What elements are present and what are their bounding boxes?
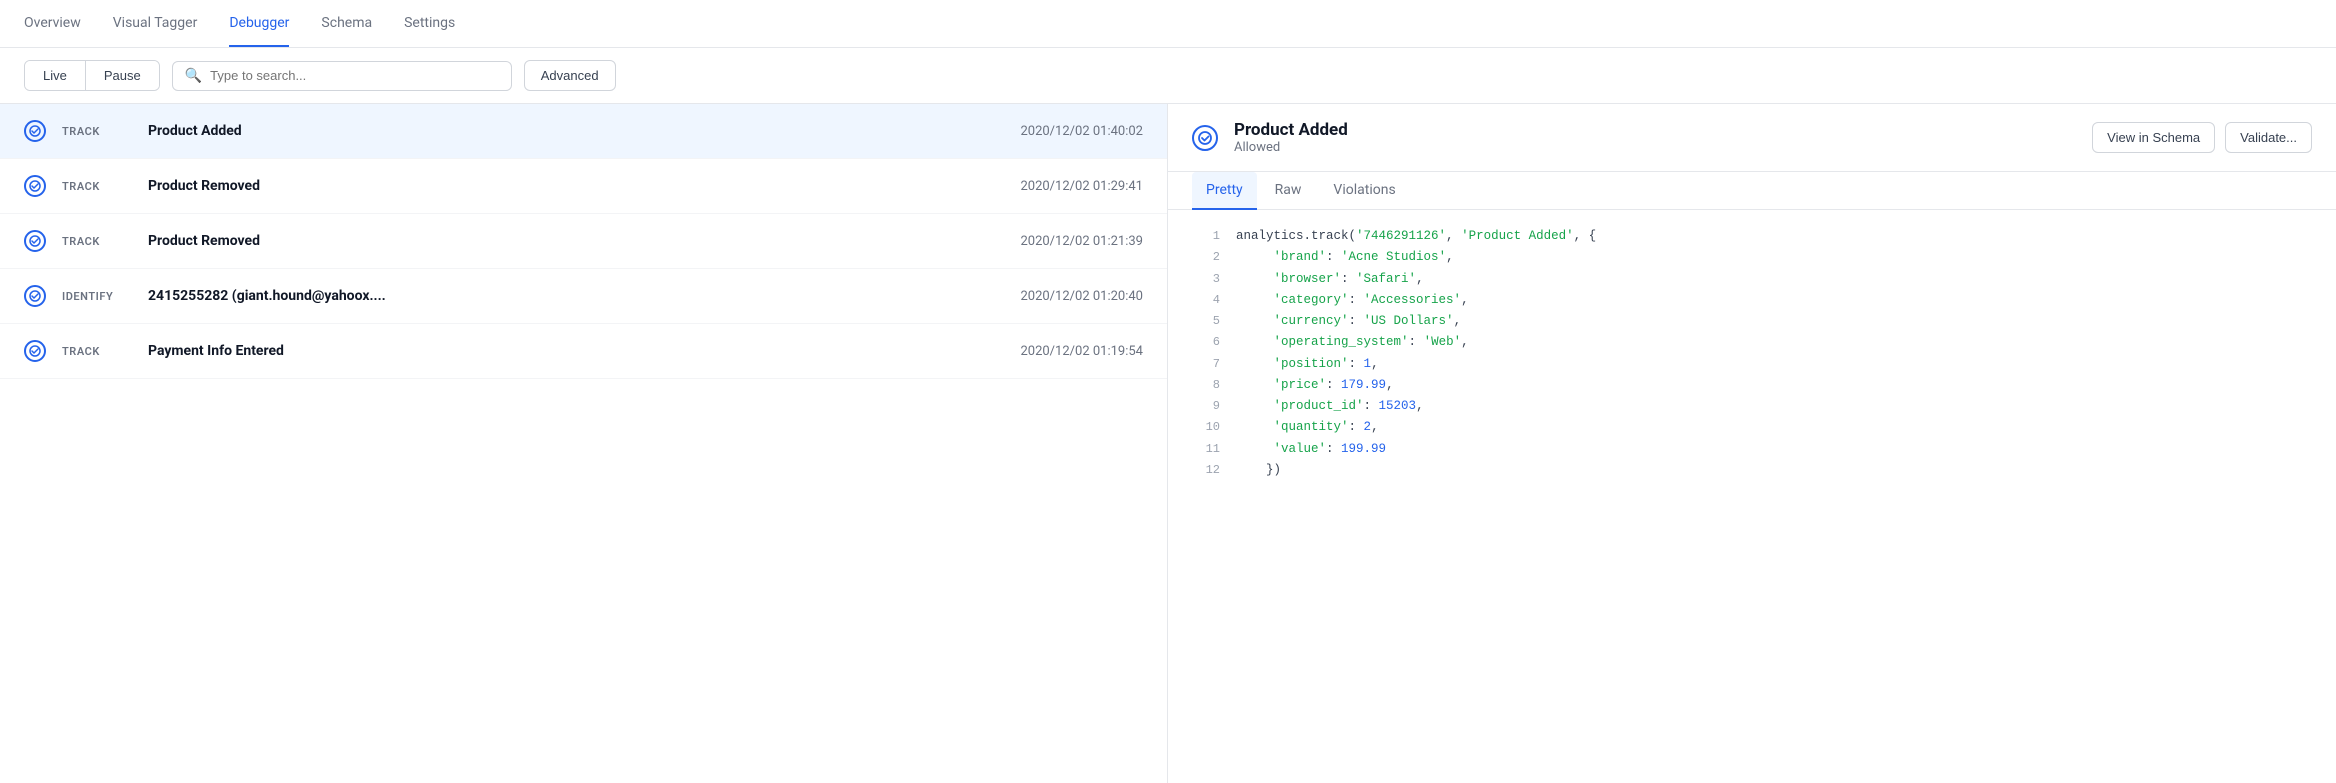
- tab-violations[interactable]: Violations: [1319, 172, 1409, 210]
- detail-header-check-icon: [1192, 125, 1218, 151]
- search-input[interactable]: [210, 68, 499, 83]
- event-type-4: TRACK: [62, 345, 132, 358]
- detail-tabs: Pretty Raw Violations: [1168, 172, 2336, 210]
- event-name-4: Payment Info Entered: [148, 343, 1004, 359]
- code-panel: 1 analytics.track('7446291126', 'Product…: [1168, 210, 2336, 783]
- event-time-3: 2020/12/02 01:20:40: [1020, 289, 1143, 304]
- code-line-9: 9 'product_id': 15203,: [1168, 396, 2336, 417]
- code-line-5: 5 'currency': 'US Dollars',: [1168, 311, 2336, 332]
- code-line-11: 11 'value': 199.99: [1168, 439, 2336, 460]
- detail-header: Product Added Allowed View in Schema Val…: [1168, 104, 2336, 172]
- pause-button[interactable]: Pause: [86, 61, 159, 90]
- validate-button[interactable]: Validate...: [2225, 122, 2312, 153]
- detail-subtitle: Allowed: [1234, 140, 2076, 155]
- nav-item-settings[interactable]: Settings: [404, 1, 455, 47]
- nav-item-debugger[interactable]: Debugger: [229, 1, 289, 47]
- nav-item-overview[interactable]: Overview: [24, 1, 81, 47]
- tab-pretty[interactable]: Pretty: [1192, 172, 1257, 210]
- top-nav: Overview Visual Tagger Debugger Schema S…: [0, 0, 2336, 48]
- toolbar: Live Pause 🔍 Advanced: [0, 48, 2336, 104]
- advanced-button[interactable]: Advanced: [524, 60, 616, 91]
- code-line-12: 12 }): [1168, 460, 2336, 481]
- event-name-3: 2415255282 (giant.hound@yahoox....: [148, 288, 1004, 304]
- check-icon-3: [24, 285, 46, 307]
- nav-item-schema[interactable]: Schema: [321, 1, 372, 47]
- check-icon-2: [24, 230, 46, 252]
- detail-actions: View in Schema Validate...: [2092, 122, 2312, 153]
- code-line-2: 2 'brand': 'Acne Studios',: [1168, 247, 2336, 268]
- event-row[interactable]: IDENTIFY 2415255282 (giant.hound@yahoox.…: [0, 269, 1167, 324]
- code-line-10: 10 'quantity': 2,: [1168, 417, 2336, 438]
- event-row[interactable]: TRACK Product Removed 2020/12/02 01:29:4…: [0, 159, 1167, 214]
- event-name-0: Product Added: [148, 123, 1004, 139]
- event-row[interactable]: TRACK Product Added 2020/12/02 01:40:02: [0, 104, 1167, 159]
- live-pause-group: Live Pause: [24, 60, 160, 91]
- event-row[interactable]: TRACK Product Removed 2020/12/02 01:21:3…: [0, 214, 1167, 269]
- code-line-3: 3 'browser': 'Safari',: [1168, 269, 2336, 290]
- detail-title-group: Product Added Allowed: [1234, 120, 2076, 155]
- live-button[interactable]: Live: [25, 61, 86, 90]
- code-line-1: 1 analytics.track('7446291126', 'Product…: [1168, 226, 2336, 247]
- search-box: 🔍: [172, 61, 512, 91]
- event-type-0: TRACK: [62, 125, 132, 138]
- check-icon-4: [24, 340, 46, 362]
- code-line-4: 4 'category': 'Accessories',: [1168, 290, 2336, 311]
- code-line-6: 6 'operating_system': 'Web',: [1168, 332, 2336, 353]
- main-layout: TRACK Product Added 2020/12/02 01:40:02 …: [0, 104, 2336, 783]
- detail-panel: Product Added Allowed View in Schema Val…: [1168, 104, 2336, 783]
- event-row[interactable]: TRACK Payment Info Entered 2020/12/02 01…: [0, 324, 1167, 379]
- tab-raw[interactable]: Raw: [1261, 172, 1316, 210]
- event-name-1: Product Removed: [148, 178, 1004, 194]
- event-list: TRACK Product Added 2020/12/02 01:40:02 …: [0, 104, 1168, 783]
- event-time-0: 2020/12/02 01:40:02: [1020, 124, 1143, 139]
- event-time-2: 2020/12/02 01:21:39: [1020, 234, 1143, 249]
- event-time-4: 2020/12/02 01:19:54: [1020, 344, 1143, 359]
- detail-title: Product Added: [1234, 120, 2076, 140]
- code-line-8: 8 'price': 179.99,: [1168, 375, 2336, 396]
- event-name-2: Product Removed: [148, 233, 1004, 249]
- check-icon-1: [24, 175, 46, 197]
- code-line-7: 7 'position': 1,: [1168, 354, 2336, 375]
- event-time-1: 2020/12/02 01:29:41: [1020, 179, 1143, 194]
- event-type-2: TRACK: [62, 235, 132, 248]
- event-type-1: TRACK: [62, 180, 132, 193]
- view-in-schema-button[interactable]: View in Schema: [2092, 122, 2215, 153]
- event-type-3: IDENTIFY: [62, 290, 132, 303]
- check-icon-0: [24, 120, 46, 142]
- nav-item-visual-tagger[interactable]: Visual Tagger: [113, 1, 198, 47]
- search-icon: 🔍: [185, 68, 202, 84]
